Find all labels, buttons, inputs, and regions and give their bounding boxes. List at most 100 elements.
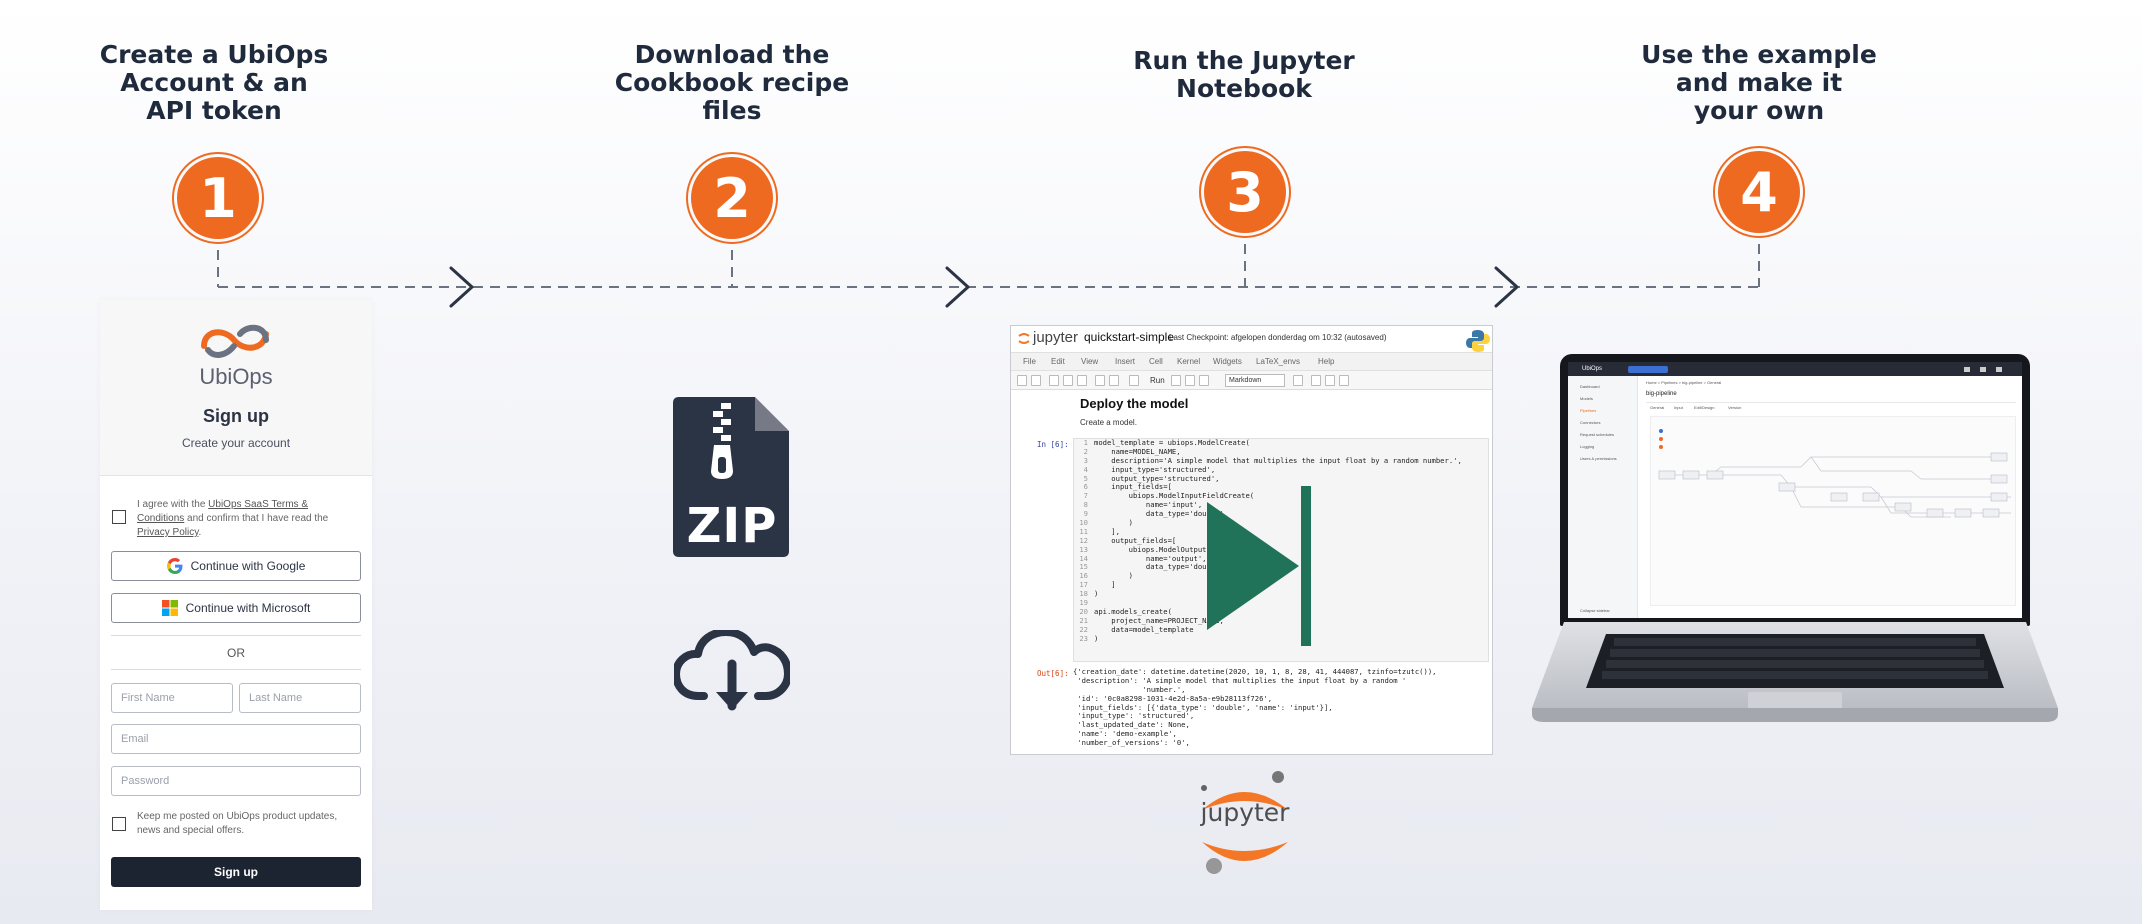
code-text: model_template = ubiops.ModelCreate( xyxy=(1094,438,1250,447)
last-name-field[interactable]: Last Name xyxy=(239,683,361,713)
laptop-keyboard-base xyxy=(1532,622,2058,722)
password-field[interactable]: Password xyxy=(111,766,361,796)
terms-link[interactable]: UbiOps SaaS Terms & xyxy=(208,499,308,510)
notebook-toolbar: Run Markdown xyxy=(1011,370,1492,390)
menu-widgets[interactable]: Widgets xyxy=(1213,357,1242,366)
jupyter-small-logo-icon xyxy=(1018,333,1030,344)
breadcrumb: Home > Pipelines > big-pipeline > Genera… xyxy=(1646,380,1722,385)
move-up-icon[interactable] xyxy=(1095,375,1105,386)
run-button-label[interactable]: Run xyxy=(1150,376,1165,385)
output-text: 'name': 'demo-example', xyxy=(1073,729,1177,739)
paste-icon[interactable] xyxy=(1077,375,1087,386)
collapse-sidebar-button[interactable]: Collapse sidebar xyxy=(1580,608,1610,613)
notebook-name[interactable]: quickstart-simple xyxy=(1084,330,1174,344)
add-cell-icon[interactable] xyxy=(1031,375,1041,386)
fast-forward-icon[interactable] xyxy=(1199,375,1209,386)
skip-forward-icon xyxy=(1207,486,1311,646)
code-text: ) xyxy=(1094,589,1099,599)
code-text: ] xyxy=(1094,580,1116,590)
notebook-header: jupyter quickstart-simple Last Checkpoin… xyxy=(1011,326,1492,352)
divider xyxy=(111,669,361,670)
markdown-text: Create a model. xyxy=(1080,418,1137,427)
wrench-icon[interactable] xyxy=(1339,375,1349,386)
menu-latex-envs[interactable]: LaTeX_envs xyxy=(1256,357,1300,366)
sidebar-item-connectors[interactable]: Connectors xyxy=(1580,420,1600,425)
tab-edit-design[interactable]: Edit/Design xyxy=(1694,405,1714,410)
privacy-policy-link[interactable]: Privacy Policy xyxy=(137,527,199,538)
tab-input[interactable]: Input xyxy=(1674,405,1683,410)
code-text: input_fields=[ xyxy=(1094,482,1172,492)
code-text: output_type='structured', xyxy=(1094,473,1220,483)
sidebar-item-users[interactable]: Users & permissions xyxy=(1580,456,1617,461)
user-icon[interactable] xyxy=(1996,367,2002,372)
stop-icon[interactable] xyxy=(1171,375,1181,386)
newsletter-checkbox[interactable] xyxy=(112,817,126,831)
menu-view[interactable]: View xyxy=(1081,357,1098,366)
cut-icon[interactable] xyxy=(1049,375,1059,386)
terms-suffix: . xyxy=(198,527,202,538)
jupyter-logo-text: jupyter xyxy=(1200,798,1290,827)
settings-icon[interactable] xyxy=(1980,367,1986,372)
keyboard-icon[interactable] xyxy=(1293,375,1303,386)
sidebar-item-request-schedules[interactable]: Request schedules xyxy=(1580,432,1614,437)
app-sidebar: Dashboard Models Pipelines Connectors Re… xyxy=(1568,376,1638,618)
output-cell: {'creation_date': datetime.datetime(2020… xyxy=(1073,667,1489,748)
sidebar-item-pipelines[interactable]: Pipelines xyxy=(1580,408,1596,413)
code-text: ) xyxy=(1094,633,1099,643)
code-text: name=MODEL_NAME, xyxy=(1094,446,1181,456)
restart-icon[interactable] xyxy=(1185,375,1195,386)
jupyter-logo-text: jupyter xyxy=(1033,329,1079,346)
menu-insert[interactable]: Insert xyxy=(1115,357,1135,366)
code-text: output_fields=[ xyxy=(1094,535,1177,545)
menu-edit[interactable]: Edit xyxy=(1051,357,1065,366)
refresh-icon[interactable] xyxy=(1311,375,1321,386)
pipeline-canvas[interactable] xyxy=(1650,416,2016,606)
zip-label: ZIP xyxy=(686,498,778,554)
menu-cell[interactable]: Cell xyxy=(1149,357,1163,366)
newsletter-line: Keep me posted on UbiOps product updates… xyxy=(137,811,338,822)
menu-help[interactable]: Help xyxy=(1318,357,1334,366)
sidebar-item-models[interactable]: Models xyxy=(1580,396,1593,401)
tab-general[interactable]: General xyxy=(1650,405,1664,410)
app-name: UbiOps xyxy=(1582,366,1603,372)
terms-middle: and confirm that I have read the xyxy=(184,513,329,524)
signup-button[interactable]: Sign up xyxy=(111,857,361,887)
sidebar-item-logging[interactable]: Logging xyxy=(1580,444,1594,449)
page-subtitle: Create your account xyxy=(181,436,291,450)
newsletter-line: news and special offers. xyxy=(137,825,245,836)
terms-checkbox[interactable] xyxy=(112,510,126,524)
save-icon[interactable] xyxy=(1017,375,1027,386)
book-icon[interactable] xyxy=(1325,375,1335,386)
menu-kernel[interactable]: Kernel xyxy=(1177,357,1200,366)
menu-file[interactable]: File xyxy=(1023,357,1036,366)
code-text: name='input', xyxy=(1094,500,1203,510)
move-down-icon[interactable] xyxy=(1109,375,1119,386)
microsoft-button-label: Continue with Microsoft xyxy=(185,601,311,615)
divider xyxy=(1646,402,2016,403)
laptop-illustration: UbiOps Dashboard Models Pipelines Connec… xyxy=(1530,352,2060,732)
run-icon[interactable] xyxy=(1129,375,1139,386)
ubiops-logo-icon xyxy=(201,324,269,358)
project-selector[interactable] xyxy=(1628,366,1668,373)
microsoft-signin-button[interactable]: Continue with Microsoft xyxy=(111,593,361,623)
sidebar-item-dashboard[interactable]: Dashboard xyxy=(1580,384,1600,389)
newsletter-text: Keep me posted on UbiOps product updates… xyxy=(137,810,363,838)
terms-text: I agree with the UbiOps SaaS Terms & Con… xyxy=(137,498,363,540)
google-button-label: Continue with Google xyxy=(190,559,306,573)
first-name-field[interactable]: First Name xyxy=(111,683,233,713)
pipeline-graph xyxy=(1658,429,2011,518)
help-icon[interactable] xyxy=(1964,367,1970,372)
google-signin-button[interactable]: Continue with Google xyxy=(111,551,361,581)
step-connector xyxy=(217,244,1760,308)
cell-type-select[interactable]: Markdown xyxy=(1225,374,1285,387)
code-text: input_type='structured', xyxy=(1094,464,1216,474)
page-title: big-pipeline xyxy=(1646,391,1677,397)
output-text: 'id': '0c0a8298-1031-4e2d-8a5a-e9b28113f… xyxy=(1073,693,1273,703)
copy-icon[interactable] xyxy=(1063,375,1073,386)
output-text: 'input_type': 'structured', xyxy=(1073,711,1195,721)
signup-header: UbiOps Sign up Create your account xyxy=(100,300,372,476)
laptop-screen: UbiOps Dashboard Models Pipelines Connec… xyxy=(1568,362,2022,618)
terms-link[interactable]: Conditions xyxy=(137,513,184,524)
tab-version[interactable]: Version xyxy=(1728,405,1741,410)
email-field[interactable]: Email xyxy=(111,724,361,754)
